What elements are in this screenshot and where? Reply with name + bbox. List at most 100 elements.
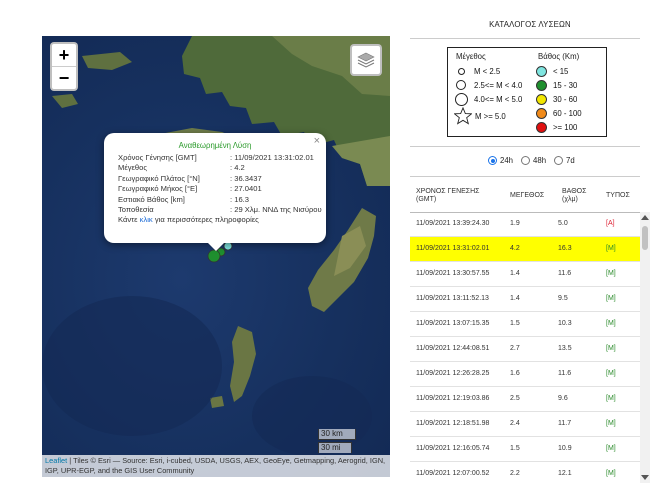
legend-depth-label: 30 - 60 (553, 94, 578, 104)
depth-swatch-icon (536, 93, 547, 105)
cell-type: [M] (606, 295, 616, 302)
radio-7d-icon[interactable] (554, 156, 564, 165)
legend-mag-row: M >= 5.0 (454, 106, 522, 126)
legend-depth-label: >= 100 (553, 122, 578, 132)
scale-km: 30 km (318, 429, 356, 440)
header-time-l1: ΧΡΟΝΟΣ ΓΕΝΕΣΗΣ (416, 188, 480, 195)
header-time-l2: (GMT) (416, 196, 437, 203)
legend-mag-label: 2.5<= M < 4.0 (474, 80, 523, 90)
radio-48h-icon[interactable] (521, 156, 531, 165)
scroll-thumb[interactable] (642, 226, 648, 250)
legend-mag-row: 4.0<= M < 5.0 (454, 92, 522, 106)
scale-mi: 30 mi (318, 442, 352, 453)
earthquake-map[interactable]: + − 30 km 30 mi Leaflet | Tiles © Esri —… (42, 36, 390, 477)
cell-type: [M] (606, 320, 616, 327)
map-scale: 30 km 30 mi (318, 429, 356, 453)
table-row[interactable]: 11/09/2021 13:39:24.30 1.9 5.0 [A] (410, 212, 640, 237)
popup-value: : 29 Χλμ. ΝΝΔ της Νισύρου (230, 205, 322, 215)
table-row[interactable]: 11/09/2021 12:19:03.86 2.5 9.6 [M] (410, 387, 640, 412)
popup-value: : 16.3 (230, 194, 249, 204)
cell-depth: 16.3 (558, 245, 572, 252)
table-row[interactable]: 11/09/2021 12:44:08.51 2.7 13.5 [M] (410, 337, 640, 362)
header-depth-l2: (χλμ) (562, 196, 578, 203)
cell-time: 11/09/2021 12:44:08.51 (416, 345, 490, 352)
table-row[interactable]: 11/09/2021 12:07:00.52 2.2 12.1 [M] (410, 462, 640, 483)
cell-time: 11/09/2021 13:30:57.55 (416, 270, 490, 277)
cell-magnitude: 2.2 (510, 470, 520, 477)
table-row[interactable]: 11/09/2021 13:07:15.35 1.5 10.3 [M] (410, 312, 640, 337)
cell-depth: 5.0 (558, 220, 568, 227)
popup-more-info: Κάντε κλικ για περισσότερες πληροφορίες (118, 215, 326, 224)
legend-depth: Βάθος (Km) < 15 15 - 30 30 - 60 60 - 100… (536, 52, 582, 134)
more-info-link[interactable]: κλικ (140, 215, 153, 224)
quake-marker-selected[interactable] (207, 249, 221, 263)
star-icon (454, 107, 472, 125)
map-attribution: Leaflet | Tiles © Esri — Source: Esri, i… (42, 455, 390, 477)
cell-type: [M] (606, 470, 616, 477)
cell-time: 11/09/2021 12:16:05.74 (416, 445, 490, 452)
header-mag[interactable]: ΜΕΓΕΘΟΣ (510, 192, 544, 200)
legend-depth-label: 15 - 30 (553, 80, 578, 90)
more-post: για περισσότερες πληροφορίες (152, 215, 259, 224)
table-row[interactable]: 11/09/2021 12:26:28.25 1.6 11.6 [M] (410, 362, 640, 387)
cell-time: 11/09/2021 12:18:51.98 (416, 420, 490, 427)
radio-24h[interactable]: 24h (488, 156, 513, 165)
radio-7d[interactable]: 7d (554, 156, 575, 165)
radio-label: 48h (533, 156, 547, 165)
legend-depth-row: >= 100 (536, 120, 582, 134)
legend-depth-row: 30 - 60 (536, 92, 582, 106)
radio-48h[interactable]: 48h (521, 156, 546, 165)
popup-label: Εστιακό Βάθος [km] (118, 194, 185, 204)
scroll-up-icon[interactable] (641, 215, 649, 220)
cell-time: 11/09/2021 13:11:52.13 (416, 295, 489, 302)
cell-depth: 10.3 (558, 320, 572, 327)
table-scrollbar[interactable] (640, 212, 650, 483)
header-type[interactable]: ΤΥΠΟΣ (606, 192, 630, 200)
legend-mag-header: Μέγεθος (456, 52, 486, 61)
legend-mag-label: 4.0<= M < 5.0 (474, 94, 523, 104)
cell-depth: 9.5 (558, 295, 568, 302)
radio-24h-icon[interactable] (488, 156, 497, 165)
cell-depth: 12.1 (558, 470, 572, 477)
legend-mag-row: M < 2.5 (454, 64, 522, 78)
table-row[interactable]: 11/09/2021 12:18:51.98 2.4 11.7 [M] (410, 412, 640, 437)
mag-circle-icon (457, 67, 465, 75)
cell-time: 11/09/2021 13:31:02.01 (416, 245, 490, 252)
table-row[interactable]: 11/09/2021 12:16:05.74 1.5 10.9 [M] (410, 437, 640, 462)
popup-value: : 27.0401 (230, 184, 262, 194)
popup-close-button[interactable]: × (314, 135, 320, 147)
cell-type: [M] (606, 245, 616, 252)
depth-swatch-icon (536, 107, 547, 119)
table-body: 11/09/2021 13:39:24.30 1.9 5.0 [A] 11/09/202… (410, 212, 640, 483)
cell-type: [M] (606, 370, 616, 377)
table-row[interactable]: 11/09/2021 13:11:52.13 1.4 9.5 [M] (410, 287, 640, 312)
cell-magnitude: 1.4 (510, 295, 520, 302)
header-time[interactable]: ΧΡΟΝΟΣ ΓΕΝΕΣΗΣ (GMT) (416, 188, 480, 204)
cell-magnitude: 2.4 (510, 420, 520, 427)
table-row[interactable]: 11/09/2021 13:30:57.55 1.4 11.6 [M] (410, 262, 640, 287)
cell-time: 11/09/2021 12:07:00.52 (416, 470, 490, 477)
cell-depth: 13.5 (558, 345, 572, 352)
attribution-text: | Tiles © Esri — Source: Esri, i-cubed, … (45, 456, 386, 475)
cell-type: [M] (606, 395, 616, 402)
cell-magnitude: 2.5 (510, 395, 520, 402)
cell-time: 11/09/2021 12:19:03.86 (416, 395, 490, 402)
popup-value: : 36.3437 (230, 173, 262, 183)
legend: Μέγεθος M < 2.5 2.5<= M < 4.0 4.0<= M < … (447, 47, 607, 137)
table-row[interactable]: 11/09/2021 13:31:02.01 4.2 16.3 [M] (410, 237, 640, 262)
events-table: ΧΡΟΝΟΣ ΓΕΝΕΣΗΣ (GMT) ΜΕΓΕΘΟΣ ΒΑΘΟΣ (χλμ) Τ… (410, 184, 650, 483)
quake-marker-shallow[interactable] (223, 241, 233, 251)
cell-magnitude: 1.6 (510, 370, 520, 377)
cell-magnitude: 1.4 (510, 270, 520, 277)
header-depth[interactable]: ΒΑΘΟΣ (χλμ) (562, 188, 586, 204)
leaflet-link[interactable]: Leaflet (45, 456, 67, 465)
cell-magnitude: 4.2 (510, 245, 520, 252)
cell-type: [M] (606, 345, 616, 352)
cell-depth: 11.6 (558, 270, 572, 277)
depth-swatch-icon (536, 121, 547, 133)
scroll-down-icon[interactable] (641, 475, 649, 480)
legend-mag-label: M < 2.5 (474, 66, 501, 76)
popup-label: Γεωγραφικό Μήκος [°E] (118, 184, 198, 194)
cell-time: 11/09/2021 13:39:24.30 (416, 220, 490, 227)
cell-magnitude: 1.9 (510, 220, 520, 227)
